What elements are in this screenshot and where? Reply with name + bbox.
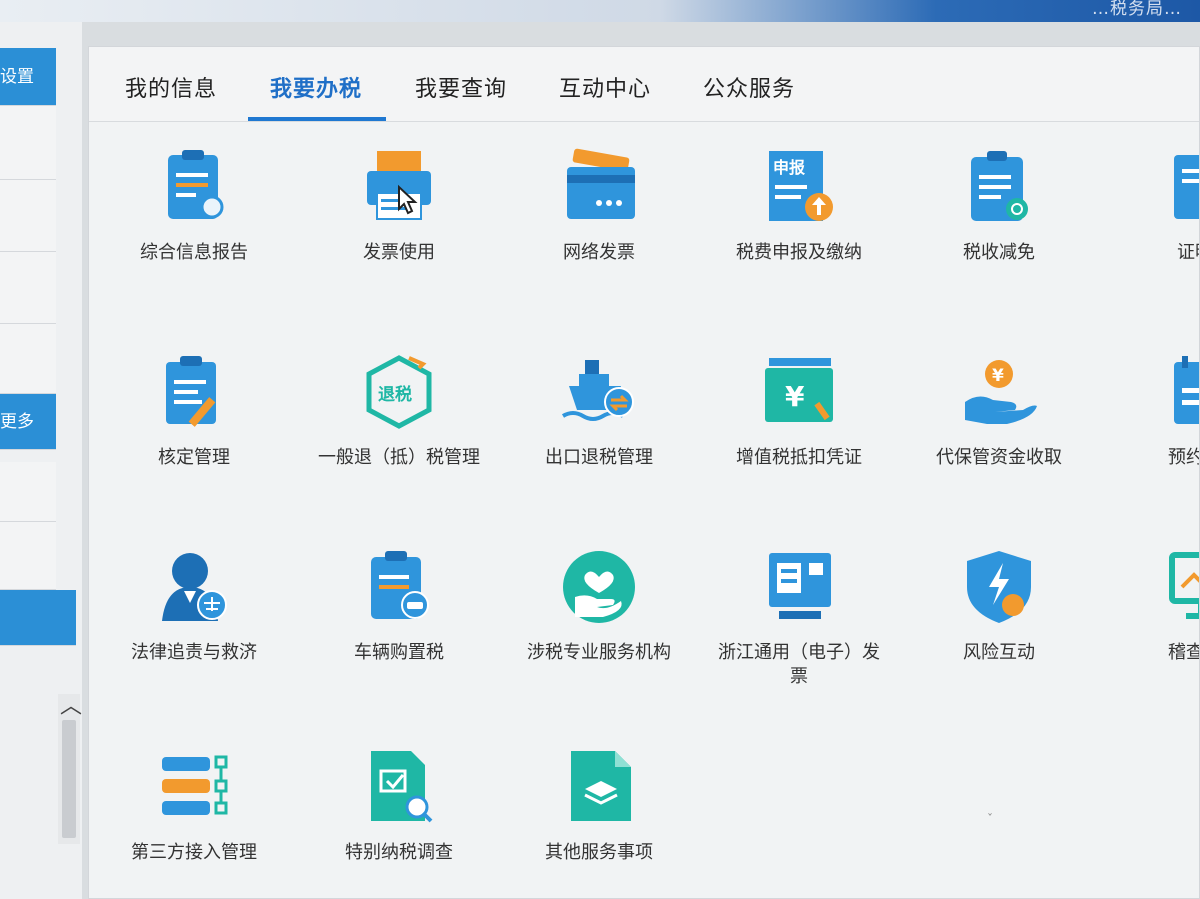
service-11[interactable]: 预约定价 [1119, 352, 1199, 470]
ship-icon[interactable] [559, 352, 639, 432]
service-7[interactable]: 退税一般退（抵）税管理 [314, 352, 484, 470]
service-4[interactable]: 税收减免 [914, 147, 1084, 265]
service-label: 一般退（抵）税管理 [318, 447, 480, 468]
service-label: 增值税抵扣凭证 [736, 447, 862, 468]
service-label: 法律追责与救济 [131, 642, 257, 663]
service-label: 税费申报及缴纳 [736, 242, 862, 263]
sidebar-item-8[interactable] [0, 590, 76, 646]
svg-text:¥: ¥ [992, 366, 1004, 386]
svg-text:申报: 申报 [773, 158, 805, 177]
sidebar-item-0[interactable]: 设置 [0, 48, 56, 106]
clipboard-mic-icon[interactable] [154, 147, 234, 227]
service-label: 证明开 [1177, 242, 1199, 263]
clipboard-car-icon[interactable] [359, 547, 439, 627]
service-label: 风险互动 [963, 642, 1035, 663]
service-label: 浙江通用（电子）发票 [718, 642, 880, 687]
sidebar-scrollbar[interactable]: ︿ [58, 694, 82, 844]
clipboard-clock-icon[interactable] [959, 147, 1039, 227]
judge-icon[interactable] [154, 547, 234, 627]
service-label: 第三方接入管理 [131, 842, 257, 863]
service-label: 涉税专业服务机构 [527, 642, 671, 663]
declare-upload-icon[interactable]: 申报 [759, 147, 839, 227]
service-19[interactable]: 特别纳税调查 [314, 747, 484, 865]
wallet-card-icon[interactable] [559, 147, 639, 227]
service-18[interactable]: 第三方接入管理 [109, 747, 279, 865]
clipboard-pen-icon[interactable] [154, 352, 234, 432]
tab-4[interactable]: 公众服务 [703, 71, 795, 103]
tab-3[interactable]: 互动中心 [559, 71, 651, 103]
service-label: 出口退税管理 [545, 447, 653, 468]
header-title: …税务局… [1092, 0, 1182, 19]
sidebar-item-7[interactable] [0, 522, 56, 590]
sidebar-item-4[interactable] [0, 324, 56, 394]
service-14[interactable]: 涉税专业服务机构 [514, 547, 684, 665]
service-8[interactable]: 出口退税管理 [514, 352, 684, 470]
sidebar-item-2[interactable] [0, 180, 56, 252]
calendar-icon[interactable] [1164, 352, 1199, 432]
service-16[interactable]: 风险互动 [914, 547, 1084, 665]
service-label: 核定管理 [158, 447, 230, 468]
service-label: 发票使用 [363, 242, 435, 263]
main-panel: 我的信息 我要办税 我要查询 互动中心 公众服务 综合信息报告 发票使用 网络发票 申报税费申… [88, 46, 1200, 899]
certificate-icon[interactable] [1164, 147, 1199, 227]
printer-icon[interactable] [359, 147, 439, 227]
monitor-chart-icon[interactable] [1164, 547, 1199, 627]
sidebar-item-1[interactable] [0, 106, 56, 180]
sidebar-item-3[interactable] [0, 252, 56, 324]
chevron-up-icon[interactable]: ︿ [60, 688, 82, 720]
service-15[interactable]: 浙江通用（电子）发票 [714, 547, 884, 689]
service-label: 预约定价 [1168, 447, 1199, 468]
service-label: 网络发票 [563, 242, 635, 263]
service-label: 特别纳税调查 [345, 842, 453, 863]
service-label: 稽查检查 [1168, 642, 1199, 663]
active-tab-underline [248, 117, 386, 121]
service-9[interactable]: ¥ 增值税抵扣凭证 [714, 352, 884, 470]
service-0[interactable]: 综合信息报告 [109, 147, 279, 265]
service-12[interactable]: 法律追责与救济 [109, 547, 279, 665]
yen-ticket-icon[interactable]: ¥ [759, 352, 839, 432]
svg-text:退税: 退税 [378, 384, 412, 405]
tab-bar: 我的信息 我要办税 我要查询 互动中心 公众服务 [89, 47, 1199, 122]
top-header-bar: …税务局… [0, 0, 1200, 22]
service-20[interactable]: 其他服务事项 [514, 747, 684, 865]
tab-2[interactable]: 我要查询 [415, 71, 507, 103]
service-label: 其他服务事项 [545, 842, 653, 863]
heart-hand-icon[interactable] [559, 547, 639, 627]
hand-coin-icon[interactable]: ¥ [959, 352, 1039, 432]
tab-0[interactable]: 我的信息 [125, 71, 217, 103]
service-label: 车辆购置税 [354, 642, 444, 663]
service-3[interactable]: 申报税费申报及缴纳 [714, 147, 884, 265]
left-sidebar: 设置更多 ︿ [0, 22, 82, 899]
service-6[interactable]: 核定管理 [109, 352, 279, 470]
scrollbar-thumb[interactable] [62, 720, 76, 838]
screen-dust-mark: ˇ [987, 812, 993, 826]
service-label: 税收减免 [963, 242, 1035, 263]
service-17[interactable]: 稽查检查 [1119, 547, 1199, 665]
sidebar-item-5[interactable]: 更多 [0, 394, 56, 450]
service-2[interactable]: 网络发票 [514, 147, 684, 265]
doc-search-icon[interactable] [359, 747, 439, 827]
shield-bolt-icon[interactable] [959, 547, 1039, 627]
service-label: 综合信息报告 [140, 242, 248, 263]
service-13[interactable]: 车辆购置税 [314, 547, 484, 665]
service-1[interactable]: 发票使用 [314, 147, 484, 265]
tab-1[interactable]: 我要办税 [270, 71, 362, 103]
layers-doc-icon[interactable] [559, 747, 639, 827]
svg-text:¥: ¥ [785, 380, 805, 413]
refund-hexagon-icon[interactable]: 退税 [359, 352, 439, 432]
service-label: 代保管资金收取 [936, 447, 1062, 468]
sidebar-item-6[interactable] [0, 462, 56, 522]
service-5[interactable]: 证明开 [1119, 147, 1199, 265]
service-10[interactable]: ¥ 代保管资金收取 [914, 352, 1084, 470]
terminal-icon[interactable] [759, 547, 839, 627]
server-link-icon[interactable] [154, 747, 234, 827]
